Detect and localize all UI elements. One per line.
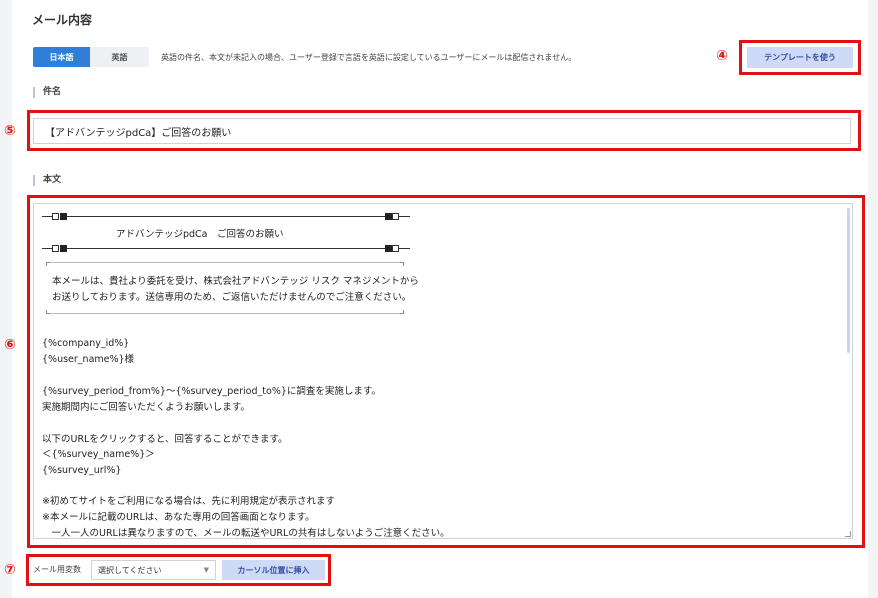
decorative-rule-bottom: [42, 244, 410, 254]
section-title: メール内容: [32, 13, 93, 27]
body-label: 本文: [33, 175, 61, 186]
marker-6: ⑥: [4, 337, 16, 353]
select-value: 選択してください: [98, 565, 162, 575]
body-line: 一人一人のURLは異なりますので、メールの転送やURLの共有はしないようご注意く…: [42, 528, 450, 539]
body-line: 実施期間内にご回答いただくようお願いします。: [42, 402, 250, 413]
body-scrollbar[interactable]: [847, 208, 850, 353]
body-line: ※本メールに記載のURLは、あなた専用の回答画面となります。: [42, 512, 315, 523]
body-line: ※初めてサイトをご利用になる場合は、先に利用規定が表示されます: [42, 496, 335, 507]
body-heading: アドバンテッジpdCa ご回答のお願い: [116, 229, 284, 240]
subject-input[interactable]: 【アドバンテッジpdCa】ご回答のお願い: [33, 118, 851, 144]
marker-7: ⑦: [4, 562, 16, 578]
notice-frame: [46, 262, 404, 314]
tab-english[interactable]: 英語: [90, 47, 149, 67]
notice-line: 本メールは、貴社より委託を受け、株式会社アドバンテッジ リスク マネジメントから: [52, 276, 419, 287]
use-template-button[interactable]: テンプレートを使う: [747, 47, 853, 68]
mail-variable-select[interactable]: 選択してください ▼: [91, 560, 216, 580]
body-line: {%survey_url%}: [42, 465, 122, 476]
insert-at-cursor-button[interactable]: カーソル位置に挿入: [222, 560, 325, 580]
tab-japanese[interactable]: 日本語: [33, 47, 90, 67]
marker-5: ⑤: [4, 123, 16, 139]
language-tabs: 日本語 英語: [33, 47, 149, 67]
body-textarea[interactable]: アドバンテッジpdCa ご回答のお願い 本メールは、貴社より委託を受け、株式会社…: [33, 203, 853, 539]
notice-line: お送りしております。送信専用のため、ご返信いただけませんのでご注意ください。: [52, 292, 412, 303]
decorative-rule-top: [42, 212, 410, 222]
body-line: ＜{%survey_name%}＞: [42, 449, 155, 460]
language-note: 英語の件名、本文が未記入の場合、ユーザー登録で言語を英語に設定しているユーザーに…: [161, 53, 577, 62]
body-line: {%user_name%}様: [42, 354, 135, 365]
marker-4: ④: [716, 48, 728, 64]
body-line: 以下のURLをクリックすると、回答することができます。: [42, 434, 288, 445]
subject-value: 【アドバンテッジpdCa】ご回答のお願い: [45, 127, 232, 139]
mail-variable-label: メール用変数: [33, 565, 81, 574]
body-line: {%company_id%}: [42, 338, 130, 349]
resize-grip-icon[interactable]: [845, 531, 851, 537]
caret-down-icon: ▼: [203, 566, 209, 574]
subject-label: 件名: [33, 87, 61, 98]
body-line: {%survey_period_from%}～{%survey_period_t…: [42, 386, 381, 397]
